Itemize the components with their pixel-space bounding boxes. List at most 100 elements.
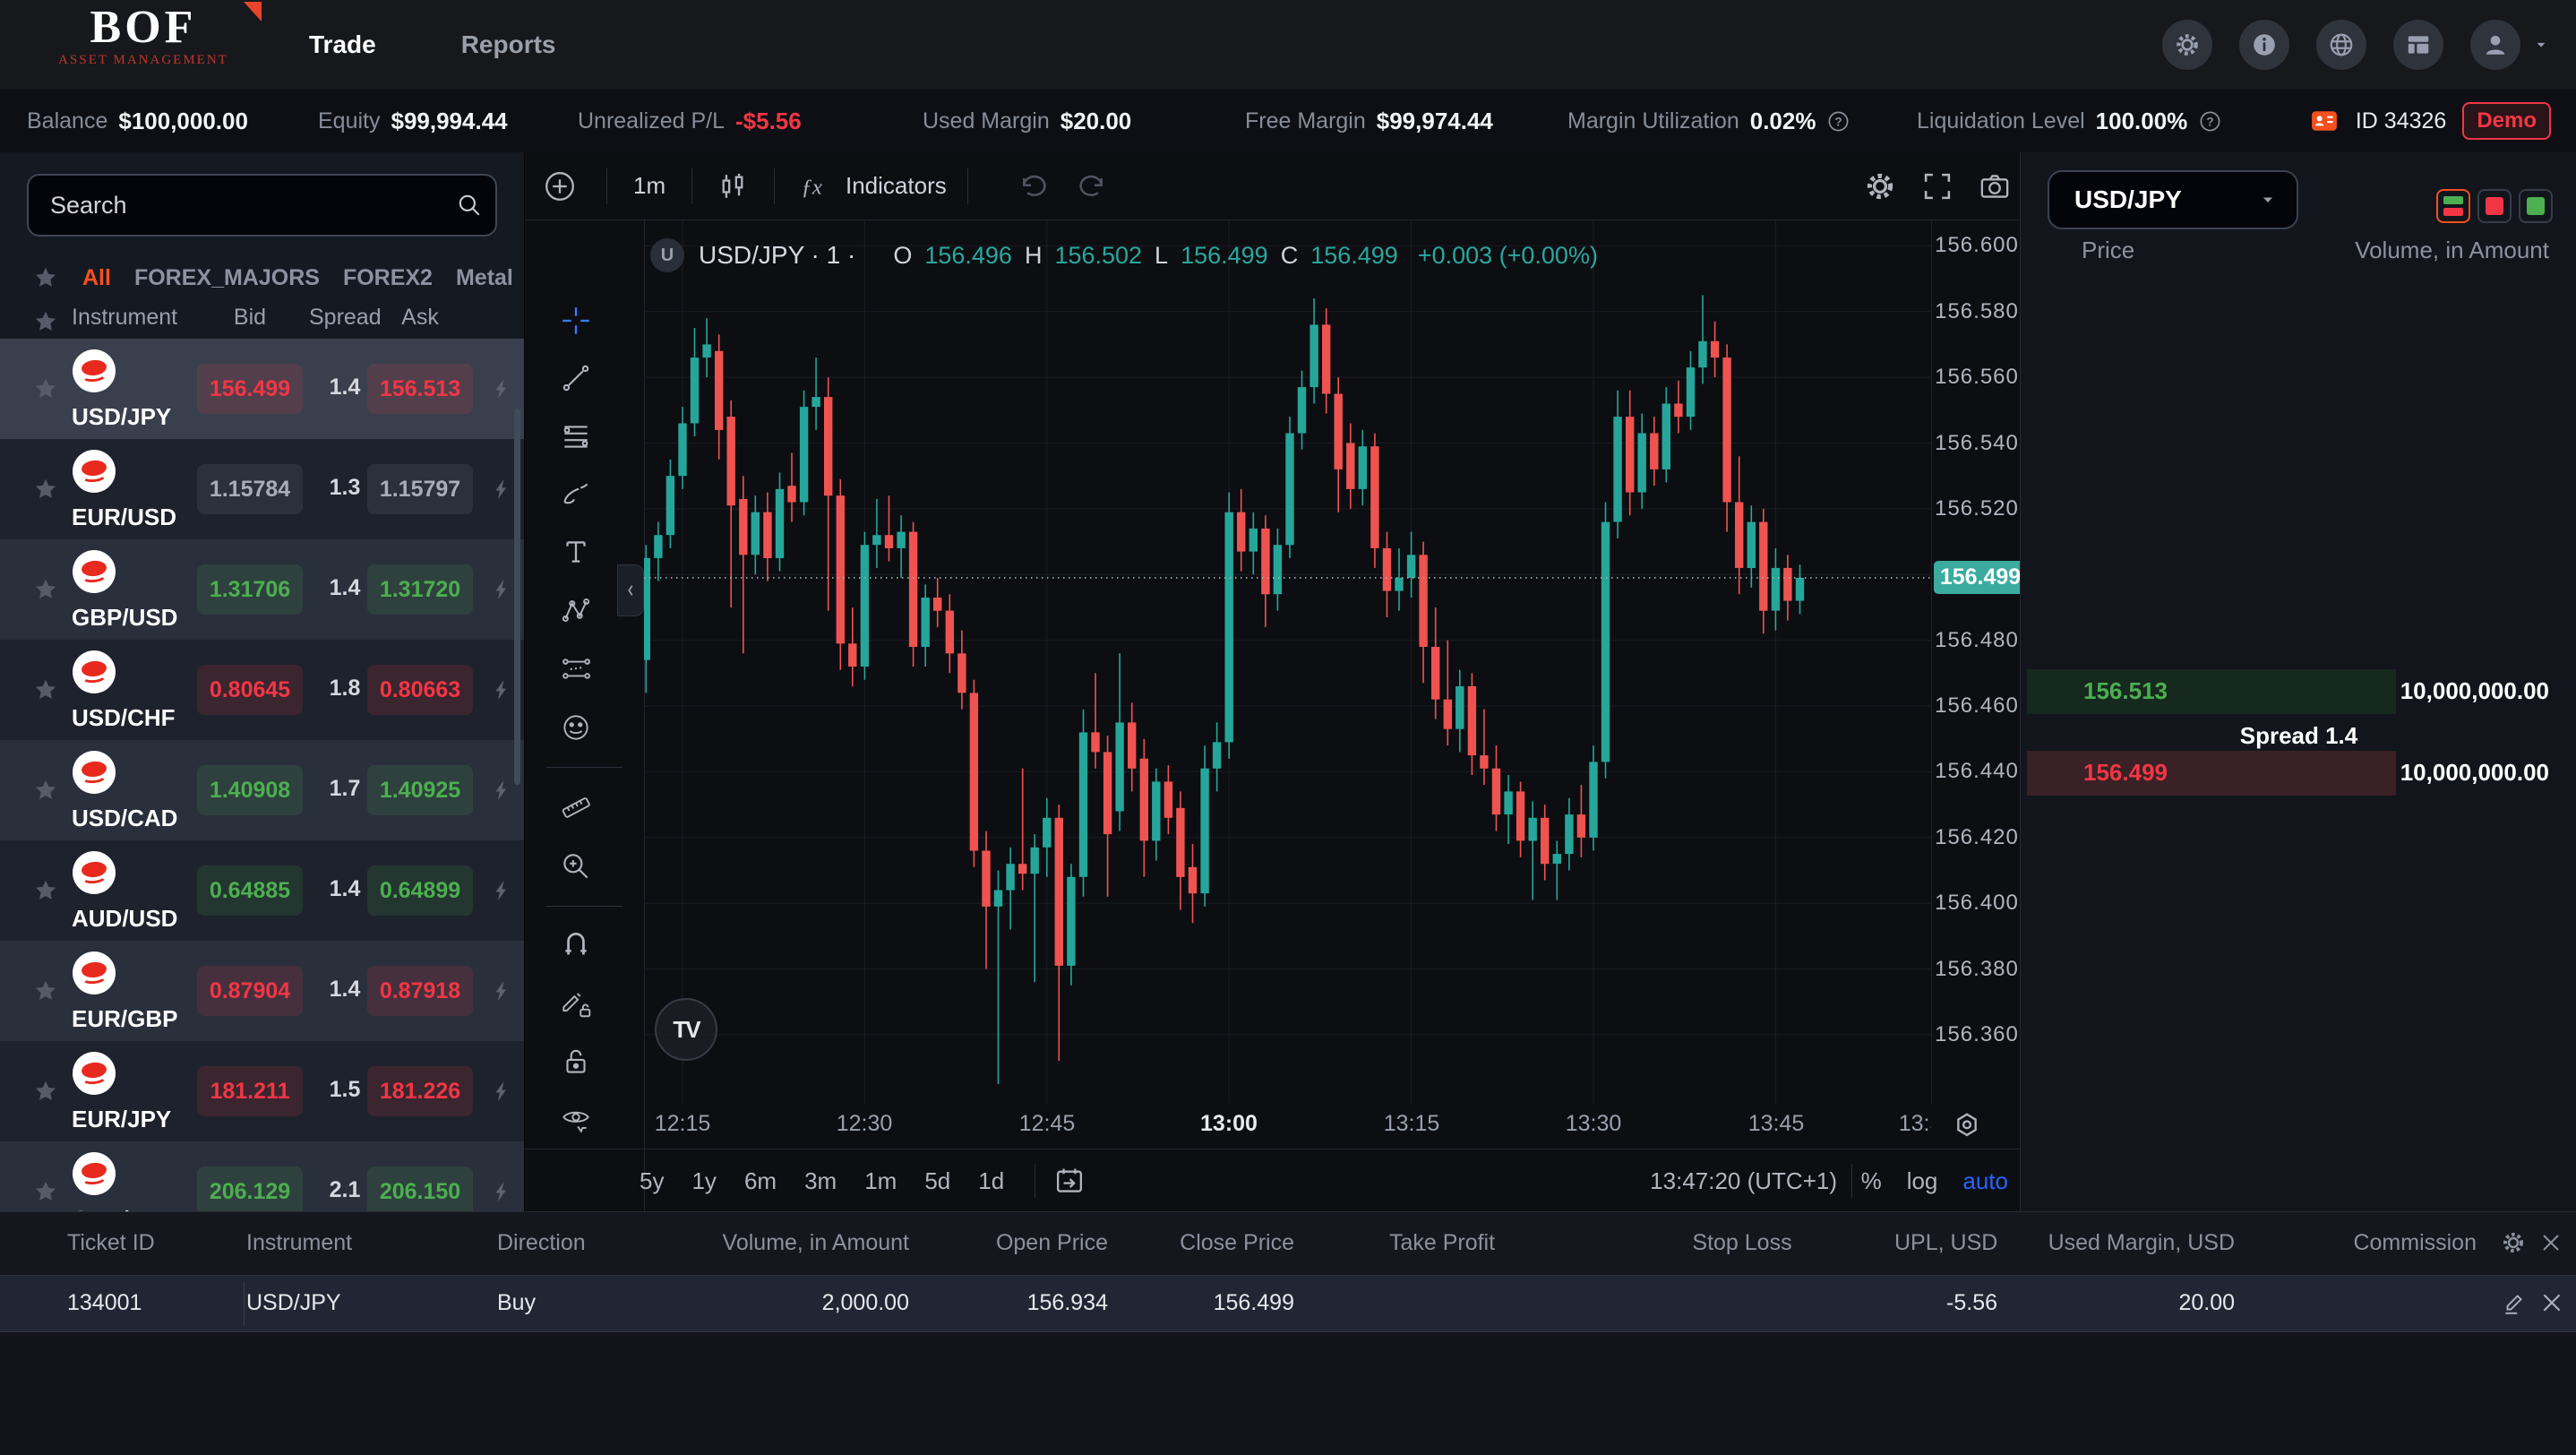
bid-price-button[interactable]: 1.31706 — [197, 564, 303, 615]
lock-drawings-icon[interactable] — [559, 1045, 593, 1079]
magnet-icon[interactable] — [559, 928, 593, 962]
category-tab-forex2[interactable]: FOREX2 — [343, 265, 433, 291]
range-button-3m[interactable]: 3m — [804, 1167, 837, 1195]
instrument-row-eur-jpy[interactable]: EUR/JPY181.2111.5181.226 — [0, 1041, 524, 1141]
range-button-1y[interactable]: 1y — [691, 1167, 716, 1195]
bid-price-button[interactable]: 156.499 — [197, 364, 303, 414]
quick-trade-bolt-icon[interactable] — [489, 676, 514, 704]
quick-trade-bolt-icon[interactable] — [489, 475, 514, 504]
axis-settings-icon[interactable] — [1951, 1109, 1983, 1141]
quick-trade-bolt-icon[interactable] — [489, 876, 514, 905]
tab-trade[interactable]: Trade — [309, 30, 376, 59]
ask-row[interactable]: 156.513 10,000,000.00 — [2021, 669, 2576, 714]
ask-price-button[interactable]: 1.40925 — [367, 765, 473, 815]
star-icon[interactable] — [32, 977, 59, 1004]
table-settings-icon[interactable] — [2501, 1230, 2526, 1255]
close-position-icon[interactable] — [2538, 1289, 2565, 1316]
log-scale-button[interactable]: log — [1907, 1167, 1938, 1195]
range-button-6m[interactable]: 6m — [744, 1167, 777, 1195]
star-icon[interactable] — [32, 676, 59, 703]
ask-price-button[interactable]: 156.513 — [367, 364, 473, 414]
star-icon[interactable] — [32, 1078, 59, 1105]
category-tab-metal[interactable]: Metal — [456, 265, 513, 291]
interval-button[interactable]: 1m — [633, 152, 665, 220]
drawing-lock-icon[interactable] — [559, 986, 593, 1020]
fib-retracement-icon[interactable] — [559, 419, 593, 453]
emoji-icon[interactable] — [559, 710, 593, 745]
bid-price-button[interactable]: 0.64885 — [197, 865, 303, 916]
quick-trade-bolt-icon[interactable] — [489, 776, 514, 805]
redo-button[interactable] — [1078, 152, 1111, 220]
instrument-row-aud-usd[interactable]: AUD/USD0.648851.40.64899 — [0, 840, 524, 941]
info-button[interactable] — [2239, 20, 2289, 70]
bid-price-button[interactable]: 206.129 — [197, 1167, 303, 1211]
instrument-row-usd-cad[interactable]: USD/CAD1.409081.71.40925 — [0, 740, 524, 840]
range-button-1m[interactable]: 1m — [864, 1167, 897, 1195]
layout-button[interactable] — [2393, 20, 2443, 70]
quick-trade-bolt-icon[interactable] — [489, 375, 514, 403]
star-icon[interactable] — [32, 1178, 59, 1205]
orderbook-layout-sell-button[interactable] — [2477, 189, 2512, 223]
orderbook-layout-buy-button[interactable] — [2519, 189, 2553, 223]
crosshair-icon[interactable] — [559, 304, 593, 338]
collapse-watchlist-button[interactable] — [617, 564, 644, 616]
instrument-row-usd-chf[interactable]: USD/CHF0.806451.80.80663 — [0, 640, 524, 740]
ask-price-button[interactable]: 1.31720 — [367, 564, 473, 615]
ask-price-button[interactable]: 181.226 — [367, 1066, 473, 1116]
chevron-down-icon[interactable] — [2533, 39, 2549, 51]
forecast-icon[interactable] — [559, 652, 593, 686]
tab-reports[interactable]: Reports — [461, 30, 556, 59]
bid-price-button[interactable]: 0.87904 — [197, 966, 303, 1016]
trend-line-icon[interactable] — [559, 361, 593, 395]
bid-price-button[interactable]: 1.40908 — [197, 765, 303, 815]
ask-price-button[interactable]: 1.15797 — [367, 464, 473, 514]
bid-price-button[interactable]: 1.15784 — [197, 464, 303, 514]
hide-drawings-icon[interactable] — [559, 1103, 593, 1137]
quick-trade-bolt-icon[interactable] — [489, 977, 514, 1005]
help-icon[interactable]: ? — [2198, 109, 2222, 133]
fullscreen-button[interactable] — [1921, 152, 1953, 220]
xabcd-pattern-icon[interactable] — [559, 593, 593, 627]
watchlist-scrollbar[interactable] — [514, 409, 520, 785]
percent-scale-button[interactable]: % — [1861, 1167, 1882, 1195]
chart-canvas[interactable] — [644, 220, 1931, 1104]
brush-icon[interactable] — [559, 478, 593, 512]
instrument-row-gbp-jpy[interactable]: GBP/JPY206.1292.1206.150 — [0, 1141, 524, 1211]
close-panel-icon[interactable] — [2538, 1230, 2563, 1255]
bid-price-button[interactable]: 0.80645 — [197, 665, 303, 715]
instrument-row-eur-gbp[interactable]: EUR/GBP0.879041.40.87918 — [0, 941, 524, 1041]
bid-price-button[interactable]: 181.211 — [197, 1066, 303, 1116]
time-axis[interactable]: 12:1512:3012:4513:0013:1513:3013:4513:55 — [644, 1104, 1931, 1149]
goto-date-calendar-icon[interactable] — [1053, 1165, 1086, 1197]
category-tab-all[interactable]: All — [82, 265, 111, 291]
zoom-in-icon[interactable] — [559, 849, 593, 883]
star-icon[interactable] — [32, 375, 59, 402]
star-icon[interactable] — [32, 877, 59, 904]
chart-settings-button[interactable] — [1864, 152, 1896, 220]
star-icon[interactable] — [32, 576, 59, 603]
settings-button[interactable] — [2162, 20, 2212, 70]
orderbook-layout-split-button[interactable] — [2436, 189, 2470, 223]
tradingview-logo[interactable]: TV — [655, 998, 717, 1061]
indicators-button[interactable]: ƒx Indicators — [799, 152, 947, 220]
price-axis[interactable]: 156.600156.580156.560156.540156.520156.4… — [1931, 220, 2022, 1104]
ruler-icon[interactable] — [559, 790, 593, 824]
quick-trade-bolt-icon[interactable] — [489, 575, 514, 604]
instrument-row-eur-usd[interactable]: EUR/USD1.157841.31.15797 — [0, 439, 524, 539]
account-button[interactable] — [2470, 20, 2520, 70]
text-icon[interactable] — [559, 535, 593, 569]
ask-price-button[interactable]: 0.87918 — [367, 966, 473, 1016]
star-icon[interactable] — [32, 777, 59, 804]
category-tab-forex_majors[interactable]: FOREX_MAJORS — [134, 265, 320, 291]
position-row[interactable]: 134001USD/JPYBuy2,000.00156.934156.499-5… — [0, 1275, 2576, 1332]
quick-trade-bolt-icon[interactable] — [489, 1177, 514, 1206]
auto-scale-button[interactable]: auto — [1962, 1167, 2008, 1195]
ask-price-button[interactable]: 206.150 — [367, 1167, 473, 1211]
add-symbol-button[interactable] — [544, 152, 576, 220]
favorites-star-icon[interactable] — [32, 264, 59, 291]
instrument-row-gbp-usd[interactable]: GBP/USD1.317061.41.31720 — [0, 539, 524, 640]
range-button-5d[interactable]: 5d — [924, 1167, 950, 1195]
ask-price-button[interactable]: 0.64899 — [367, 865, 473, 916]
instrument-row-usd-jpy[interactable]: USD/JPY156.4991.4156.513 — [0, 339, 524, 439]
help-icon[interactable]: ? — [1826, 109, 1850, 133]
